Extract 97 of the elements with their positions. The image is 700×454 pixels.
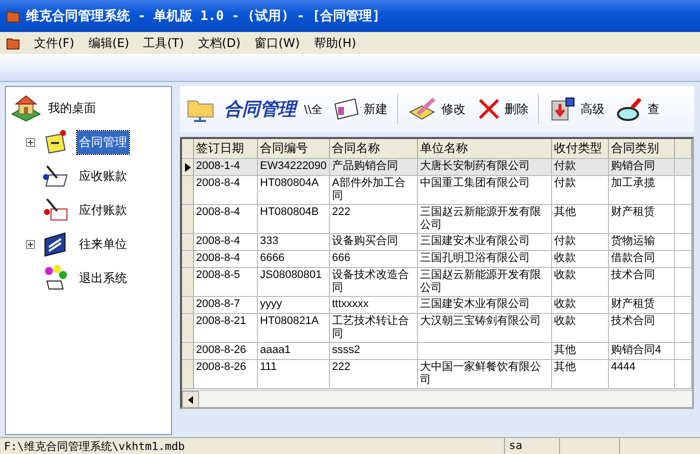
toolbar-button[interactable]: 删除	[475, 97, 530, 121]
table-cell: 2008-8-4	[194, 234, 258, 250]
table-cell: 其他	[552, 205, 609, 233]
menu-item[interactable]: 文件(F)	[34, 34, 74, 52]
column-header[interactable]: 签订日期	[194, 139, 258, 158]
table-cell: 三国建安木业有限公司	[418, 234, 552, 250]
table-cell: 三国建安木业有限公司	[418, 297, 552, 313]
overlap-label: \\全	[304, 102, 322, 116]
menu-item[interactable]: 窗口(W)	[254, 34, 300, 52]
table-cell: HT080804A	[258, 176, 330, 204]
table-cell: 产品购销合同	[330, 159, 418, 175]
table-cell: 其他	[552, 360, 609, 388]
table-cell: 2008-1-4	[194, 159, 258, 175]
table-cell: 三国赵云新能源开发有限公司	[418, 205, 552, 233]
table-cell: 222	[330, 205, 418, 233]
menu-folder-icon[interactable]	[6, 36, 20, 50]
module-title: 合同管理	[224, 97, 296, 121]
table-cell: 111	[258, 360, 330, 388]
document-arrow-icon	[549, 96, 578, 122]
table-cell: JS08080801	[258, 268, 330, 296]
status-path: F:\维克合同管理系统\vkhtm1.mdb	[0, 438, 505, 454]
table-cell: 2008-8-4	[194, 251, 258, 267]
menu-item[interactable]: 工具(T)	[143, 34, 184, 52]
table-cell: 加工承揽	[609, 176, 675, 204]
table-cell: 借款合同	[609, 251, 675, 267]
table-cell: EW34222090	[258, 159, 330, 175]
table-cell: yyyy	[258, 297, 330, 313]
table-cell: 购销合同4	[609, 343, 675, 359]
table-cell: 大唐长安制药有限公司	[418, 159, 552, 175]
table-cell: 财产租赁	[609, 297, 675, 313]
table-cell: 大中国一家鲜餐饮有限公司	[418, 360, 552, 388]
window-title: 维克合同管理系统 - 单机版 1.0 - (试用) - [合同管理]	[26, 8, 380, 25]
table-cell: 收款	[552, 314, 609, 342]
tree-item[interactable]: 合同管理	[77, 130, 129, 154]
horizontal-scrollbar[interactable]	[182, 390, 692, 407]
table-cell: HT080821A	[258, 314, 330, 342]
table-cell: 中国重工集团有限公司	[418, 176, 552, 204]
table-cell: tttxxxxx	[330, 297, 418, 313]
tree-item[interactable]: 往来单位	[77, 232, 129, 256]
table-cell: 2008-8-5	[194, 268, 258, 296]
house-icon	[10, 94, 42, 122]
column-header[interactable]: 收付类型	[552, 139, 609, 158]
menu-item[interactable]: 编辑(E)	[88, 34, 130, 52]
toolbar-button[interactable]: 高级	[547, 96, 606, 122]
toolbar-button[interactable]: 修改	[406, 96, 468, 122]
expand-icon[interactable]	[26, 240, 35, 248]
table-cell: 2008-8-7	[194, 297, 258, 313]
menu-item[interactable]: 帮助(H)	[314, 34, 356, 52]
table-cell: 付款	[552, 234, 609, 250]
table-cell: 大汉朝三宝铸剑有限公司	[418, 314, 552, 342]
table-cell: 其他	[552, 343, 609, 359]
table-cell: 4444	[609, 360, 675, 388]
table-cell: A部件外加工合同	[330, 176, 418, 204]
card-icon	[332, 96, 360, 122]
table-cell: 2008-8-26	[194, 343, 258, 359]
table-cell: 2008-8-26	[194, 360, 258, 388]
table-cell: 6666	[258, 251, 330, 267]
table-cell: 2008-8-21	[194, 314, 258, 342]
table-cell: 三国赵云新能源开发有限公司	[418, 268, 552, 296]
table-cell: 货物运输	[609, 234, 675, 250]
table-cell: 付款	[552, 176, 609, 204]
table-cell: 666	[330, 251, 418, 267]
table-cell: 技术合同	[609, 268, 675, 296]
table-cell: 333	[258, 234, 330, 250]
table-cell: 2008-8-4	[194, 176, 258, 204]
table-cell: 收款	[552, 251, 609, 267]
app-icon	[6, 9, 20, 23]
tree-root-label[interactable]: 我的桌面	[48, 100, 96, 116]
scroll-left-icon[interactable]	[182, 391, 199, 407]
current-row-icon	[184, 162, 190, 172]
column-header[interactable]: 单位名称	[418, 139, 552, 158]
search-icon	[616, 96, 644, 122]
table-cell: 222	[330, 360, 418, 388]
table-cell: 财产租赁	[609, 205, 675, 233]
column-header[interactable]: 合同编号	[258, 139, 330, 158]
column-header[interactable]: 合同名称	[330, 139, 418, 158]
table-cell: 设备购买合同	[330, 234, 418, 250]
row-header[interactable]	[182, 159, 194, 175]
menu-item[interactable]: 文档(D)	[198, 34, 241, 52]
expand-icon[interactable]	[26, 138, 35, 146]
delete-icon	[477, 97, 502, 121]
toolbar-button[interactable]: 查	[614, 96, 662, 122]
status-user: sa	[505, 438, 560, 454]
table-cell: 收款	[552, 268, 609, 296]
toolbar-button[interactable]: 新建	[330, 96, 390, 122]
table-cell: 三国孔明卫浴有限公司	[418, 251, 552, 267]
tree-item[interactable]: 退出系统	[77, 266, 129, 290]
table-cell: aaaa1	[258, 343, 330, 359]
table-cell: 收款	[552, 297, 609, 313]
table-cell: 2008-8-4	[194, 205, 258, 233]
tree-item[interactable]: 应收账款	[77, 164, 129, 188]
table-cell: ssss2	[330, 343, 418, 359]
tree-item[interactable]: 应付账款	[77, 198, 129, 222]
table-cell: 技术合同	[609, 314, 675, 342]
table-cell: 购销合同	[609, 159, 675, 175]
table-cell: 付款	[552, 159, 609, 175]
table-cell: HT080804B	[258, 205, 330, 233]
